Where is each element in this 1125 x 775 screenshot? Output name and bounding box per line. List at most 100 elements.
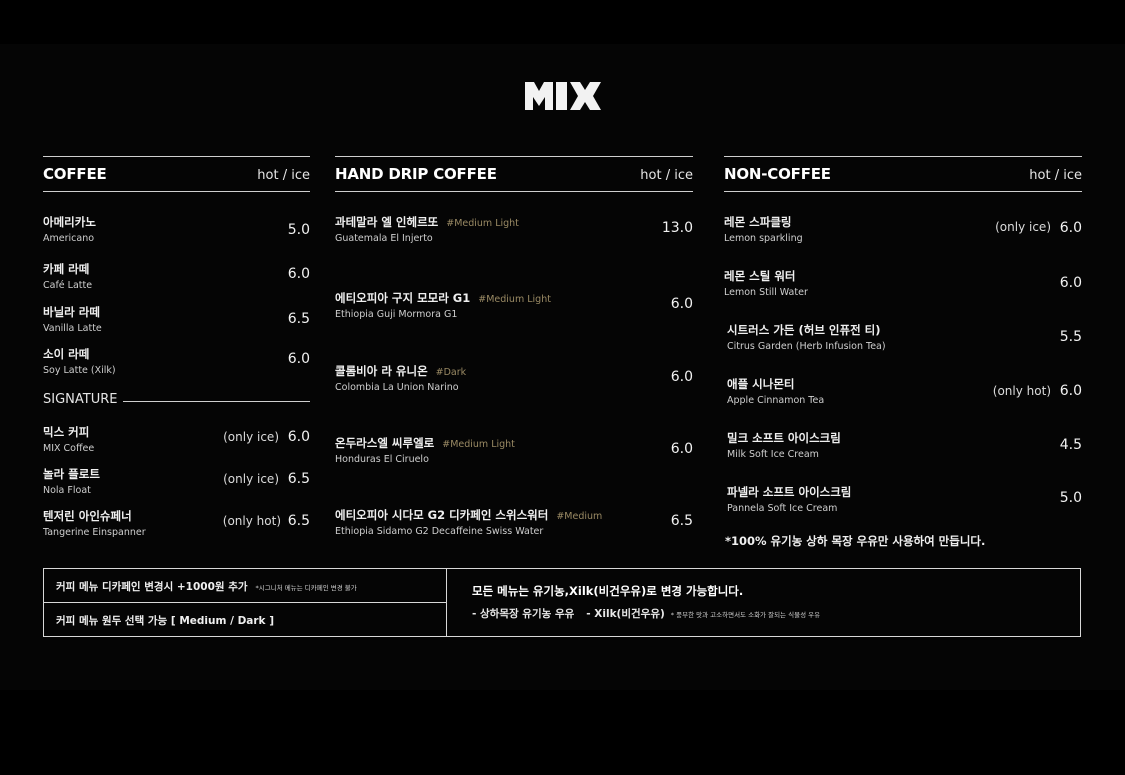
item-name-en: Lemon sparkling xyxy=(724,233,803,244)
info-box-left: 커피 메뉴 디카페인 변경시 +1000원 추가 *시그니처 메뉴는 디카페인 변… xyxy=(44,569,447,636)
item-name-ko: 아메리카노 xyxy=(43,215,96,229)
item-name-ko: 파넬라 소프트 아이스크림 xyxy=(727,485,852,499)
item-name-ko: 에티오피아 시다모 G2 디카페인 스위스워터 xyxy=(335,508,549,522)
item-name-ko: 과테말라 엘 인헤르또 xyxy=(335,215,439,229)
item-name-en: Nola Float xyxy=(43,485,91,496)
item-price: 6.0 xyxy=(670,296,693,312)
non-coffee-temp-label: hot / ice xyxy=(1029,168,1082,183)
menu-item-mix-coffee: 믹스 커피 MIX Coffee (only ice) 6.0 xyxy=(43,424,310,454)
item-price: 6.0 xyxy=(1059,220,1082,236)
menu-item-citrus-garden: 시트러스 가든 (허브 인퓨전 티) Citrus Garden (Herb I… xyxy=(727,322,1082,352)
menu-item-tangerine-einspanner: 텐저린 아인슈페너 Tangerine Einspanner (only hot… xyxy=(43,508,310,538)
menu-item-ethiopia-guji: 에티오피아 구지 모모라 G1 #Medium Light Ethiopia Gu… xyxy=(335,290,693,320)
item-price: 6.0 xyxy=(670,369,693,385)
item-name-ko: 콜롬비아 라 유니온 xyxy=(335,364,428,378)
roast-note: #Medium Light xyxy=(442,439,515,450)
milk-footnote: *100% 유기농 상하 목장 우유만 사용하여 만듭니다. xyxy=(725,534,986,548)
hand-drip-title: HAND DRIP COFFEE xyxy=(335,165,497,183)
roast-note: #Medium xyxy=(556,511,603,522)
xilk-note: * 풍부한 맛과 고소하면서도 소화가 잘되는 식물성 우유 xyxy=(670,611,821,619)
menu-item-cafe-latte: 카페 라떼 Café Latte 6.0 xyxy=(43,261,310,291)
decaf-row: 커피 메뉴 디카페인 변경시 +1000원 추가 *시그니처 메뉴는 디카페인 변… xyxy=(44,569,446,603)
hand-drip-temp-label: hot / ice xyxy=(640,168,693,183)
item-price: 6.0 xyxy=(287,351,310,367)
item-name-en: Pannela Soft Ice Cream xyxy=(727,503,838,514)
item-name-en: Guatemala El Injerto xyxy=(335,233,433,244)
menu-item-ethiopia-sidamo: 에티오피아 시다모 G2 디카페인 스위스워터 #Medium Ethiopia … xyxy=(335,507,693,537)
item-option: (only hot) xyxy=(992,384,1051,398)
item-price: 6.0 xyxy=(1059,275,1082,291)
signature-label: SIGNATURE xyxy=(43,392,124,407)
item-price: 5.0 xyxy=(1059,490,1082,506)
item-name-en: Americano xyxy=(43,233,95,244)
item-name-en: Milk Soft Ice Cream xyxy=(727,449,819,460)
item-name-en: Vanilla Latte xyxy=(43,323,102,334)
menu-item-pannela-soft-ice-cream: 파넬라 소프트 아이스크림 Pannela Soft Ice Cream 5.0 xyxy=(727,484,1082,514)
item-price: 5.0 xyxy=(287,222,310,238)
bean-choice-text: 커피 메뉴 원두 선택 가능 [ Medium / Dark ] xyxy=(56,615,274,627)
menu-item-lemon-sparkling: 레몬 스파클링 Lemon sparkling (only ice) 6.0 xyxy=(724,214,1082,244)
milk-option-xilk: - Xilk(비건우유) xyxy=(586,608,665,620)
decaf-text: 커피 메뉴 디카페인 변경시 +1000원 추가 xyxy=(56,581,248,593)
item-name-en: MIX Coffee xyxy=(43,443,95,454)
item-price: 6.0 xyxy=(1059,383,1082,399)
item-price: 6.5 xyxy=(287,513,310,529)
menu-item-milk-soft-ice-cream: 밀크 소프트 아이스크림 Milk Soft Ice Cream 4.5 xyxy=(727,430,1082,460)
item-name-en: Lemon Still Water xyxy=(724,287,808,298)
item-price: 4.5 xyxy=(1059,437,1082,453)
decaf-note: *시그니처 메뉴는 디카페인 변경 불가 xyxy=(255,584,357,592)
menu-item-vanilla-latte: 바닐라 라떼 Vanilla Latte 6.5 xyxy=(43,304,310,334)
item-name-ko: 밀크 소프트 아이스크림 xyxy=(727,431,841,445)
hand-drip-section: HAND DRIP COFFEE hot / ice 과테말라 엘 인헤르또 #M… xyxy=(335,156,693,537)
item-price: 13.0 xyxy=(661,220,693,236)
info-box: 커피 메뉴 디카페인 변경시 +1000원 추가 *시그니처 메뉴는 디카페인 변… xyxy=(43,568,1081,637)
mix-logo xyxy=(525,82,601,110)
item-name-en: Soy Latte (Xilk) xyxy=(43,365,116,376)
item-name-ko: 카페 라떼 xyxy=(43,262,90,276)
menu-item-guatemala: 과테말라 엘 인헤르또 #Medium Light Guatemala El In… xyxy=(335,214,693,244)
item-price: 5.5 xyxy=(1059,329,1082,345)
item-price: 6.0 xyxy=(670,441,693,457)
item-price: 6.0 xyxy=(287,429,310,445)
item-price: 6.5 xyxy=(287,471,310,487)
item-name-en: Honduras El Ciruelo xyxy=(335,454,429,465)
menu-item-soy-latte: 소이 라떼 Soy Latte (Xilk) 6.0 xyxy=(43,346,310,376)
menu-item-apple-cinnamon-tea: 애플 시나몬티 Apple Cinnamon Tea (only hot) 6.… xyxy=(727,376,1082,406)
milk-change-title: 모든 메뉴는 유기농,Xilk(비건우유)로 변경 가능합니다. xyxy=(472,584,744,598)
roast-note: #Medium Light xyxy=(446,218,519,229)
menu-item-colombia: 콜롬비아 라 유니온 #Dark Colombia La Union Narino… xyxy=(335,363,693,393)
coffee-temp-label: hot / ice xyxy=(257,168,310,183)
coffee-header: COFFEE hot / ice xyxy=(43,156,310,192)
non-coffee-section: NON-COFFEE hot / ice 레몬 스파클링 Lemon spark… xyxy=(724,156,1082,514)
coffee-title: COFFEE xyxy=(43,165,107,183)
item-name-ko: 에티오피아 구지 모모라 G1 xyxy=(335,291,471,305)
menu-item-honduras: 온두라스엘 씨루엘로 #Medium Light Honduras El Ciru… xyxy=(335,435,693,465)
item-option: (only ice) xyxy=(223,472,279,486)
menu-item-lemon-still-water: 레몬 스틸 워터 Lemon Still Water 6.0 xyxy=(724,268,1082,298)
item-name-en: Tangerine Einspanner xyxy=(43,527,146,538)
non-coffee-title: NON-COFFEE xyxy=(724,165,831,183)
signature-divider: SIGNATURE xyxy=(43,392,310,408)
item-price: 6.5 xyxy=(670,513,693,529)
non-coffee-header: NON-COFFEE hot / ice xyxy=(724,156,1082,192)
coffee-section: COFFEE hot / ice 아메리카노 Americano 5.0 카페 … xyxy=(43,156,310,538)
item-name-en: Colombia La Union Narino xyxy=(335,382,459,393)
item-name-ko: 레몬 스틸 워터 xyxy=(724,269,796,283)
item-price: 6.5 xyxy=(287,311,310,327)
menu-item-nola-float: 놀라 플로트 Nola Float (only ice) 6.5 xyxy=(43,466,310,496)
item-price: 6.0 xyxy=(287,266,310,282)
roast-note: #Medium Light xyxy=(478,294,551,305)
item-option: (only hot) xyxy=(222,514,281,528)
milk-options: - 상하목장 유기농 우유 - Xilk(비건우유) * 풍부한 맛과 고소하면서도… xyxy=(472,606,820,621)
item-name-en: Ethiopia Guji Mormora G1 xyxy=(335,309,458,320)
item-name-ko: 온두라스엘 씨루엘로 xyxy=(335,436,435,450)
item-name-ko: 시트러스 가든 (허브 인퓨전 티) xyxy=(727,323,881,337)
item-name-en: Citrus Garden (Herb Infusion Tea) xyxy=(727,341,886,352)
item-option: (only ice) xyxy=(223,430,279,444)
menu-item-americano: 아메리카노 Americano 5.0 xyxy=(43,214,310,244)
item-name-ko: 바닐라 라떼 xyxy=(43,305,100,319)
item-name-en: Ethiopia Sidamo G2 Decaffeine Swiss Wate… xyxy=(335,526,544,537)
roast-note: #Dark xyxy=(435,367,467,378)
milk-option-organic: - 상하목장 유기농 우유 xyxy=(472,608,575,620)
hand-drip-header: HAND DRIP COFFEE hot / ice xyxy=(335,156,693,192)
